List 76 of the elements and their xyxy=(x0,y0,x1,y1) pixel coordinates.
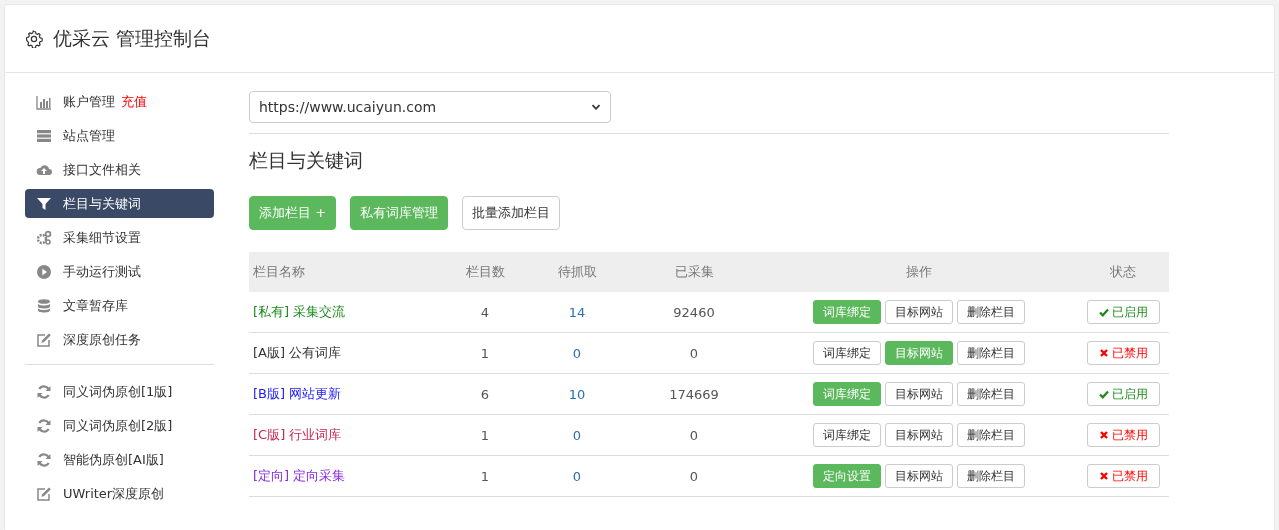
status-button[interactable]: 已启用 xyxy=(1086,300,1160,324)
play-icon xyxy=(35,263,53,280)
sidebar-item[interactable]: 账户管理 充值 xyxy=(25,87,214,116)
check-icon xyxy=(1098,389,1109,399)
sidebar-item[interactable]: 文章暂存库 xyxy=(25,291,214,320)
column-header: 栏目名称 xyxy=(249,252,444,292)
action-button[interactable]: 目标网站 xyxy=(884,300,953,324)
table-cell: 0 xyxy=(572,427,582,443)
table-cell: 1 xyxy=(480,468,490,484)
table-cell: 10 xyxy=(568,386,586,402)
column-name-link[interactable]: [C版] 行业词库 xyxy=(253,427,342,442)
sidebar-item[interactable]: 手动运行测试 xyxy=(25,257,214,286)
status-button[interactable]: 已禁用 xyxy=(1086,341,1160,365)
filter-icon xyxy=(35,195,53,212)
sidebar-item[interactable]: 同义词伪原创[1版] xyxy=(25,377,214,406)
section-title: 栏目与关键词 xyxy=(249,148,364,173)
action-button[interactable]: 删除栏目 xyxy=(956,464,1025,488)
table-cell: 6 xyxy=(480,386,490,402)
bar-chart-icon xyxy=(35,93,53,110)
table-cell: 0 xyxy=(689,427,699,443)
action-button[interactable]: 目标网站 xyxy=(884,464,953,488)
table-cell: 0 xyxy=(572,345,582,361)
action-button[interactable]: 删除栏目 xyxy=(956,341,1025,365)
cross-icon xyxy=(1098,430,1109,440)
column-header: 待抓取 xyxy=(526,252,628,292)
table-cell: 1 xyxy=(480,345,490,361)
gears-icon xyxy=(35,229,53,246)
server-icon xyxy=(35,127,53,144)
sidebar-item[interactable]: 采集细节设置 xyxy=(25,223,214,252)
column-header: 操作 xyxy=(760,252,1077,292)
action-button[interactable]: 词库绑定 xyxy=(812,341,881,365)
column-header: 栏目数 xyxy=(444,252,526,292)
edit-icon xyxy=(35,485,53,502)
table-cell: 0 xyxy=(572,468,582,484)
table-cell: 0 xyxy=(689,345,699,361)
action-button[interactable]: 词库绑定 xyxy=(812,423,881,447)
sidebar-item[interactable]: 同义词伪原创[2版] xyxy=(25,411,214,440)
site-select[interactable]: https://www.ucaiyun.com xyxy=(249,91,611,123)
column-header: 状态 xyxy=(1077,252,1169,292)
status-button[interactable]: 已启用 xyxy=(1086,382,1160,406)
cross-icon xyxy=(1098,471,1109,481)
sidebar-item[interactable]: 深度原创任务 xyxy=(25,325,214,354)
cross-icon xyxy=(1098,348,1109,358)
column-name-link[interactable]: [定向] 定向采集 xyxy=(253,468,346,483)
table-cell: 1 xyxy=(480,427,490,443)
refresh-icon xyxy=(35,383,53,400)
sidebar-item[interactable]: 栏目与关键词 xyxy=(25,189,214,218)
sidebar-item[interactable]: UWriter深度原创 xyxy=(25,479,214,508)
column-name-link[interactable]: [B版] 网站更新 xyxy=(253,386,342,401)
sidebar-item[interactable]: 接口文件相关 xyxy=(25,155,214,184)
database-icon xyxy=(35,297,53,314)
edit-icon xyxy=(35,331,53,348)
sidebar-item[interactable]: 站点管理 xyxy=(25,121,214,150)
refresh-icon xyxy=(35,417,53,434)
toolbar-button[interactable]: 批量添加栏目 xyxy=(462,196,561,230)
status-button[interactable]: 已禁用 xyxy=(1086,423,1160,447)
table-cell: 174669 xyxy=(669,386,719,402)
sidebar-item[interactable]: 智能伪原创[AI版] xyxy=(25,445,214,474)
chevron-down-icon xyxy=(591,102,601,112)
check-icon xyxy=(1098,307,1109,317)
column-name-link[interactable]: [私有] 采集交流 xyxy=(253,304,346,319)
table-cell: 92460 xyxy=(673,304,715,320)
action-button[interactable]: 删除栏目 xyxy=(956,382,1025,406)
action-button[interactable]: 目标网站 xyxy=(884,423,953,447)
settings-icon xyxy=(25,29,43,48)
refresh-icon xyxy=(35,451,53,468)
column-header: 已采集 xyxy=(628,252,760,292)
column-name-link[interactable]: [A版] 公有词库 xyxy=(253,345,342,360)
action-button[interactable]: 删除栏目 xyxy=(956,300,1025,324)
table-cell: 0 xyxy=(689,468,699,484)
status-button[interactable]: 已禁用 xyxy=(1086,464,1160,488)
action-button[interactable]: 删除栏目 xyxy=(956,423,1025,447)
page-title: 优采云 管理控制台 xyxy=(53,25,212,51)
action-button[interactable]: 目标网站 xyxy=(884,382,953,406)
table-cell: 14 xyxy=(568,304,586,320)
table-cell: 4 xyxy=(480,304,490,320)
